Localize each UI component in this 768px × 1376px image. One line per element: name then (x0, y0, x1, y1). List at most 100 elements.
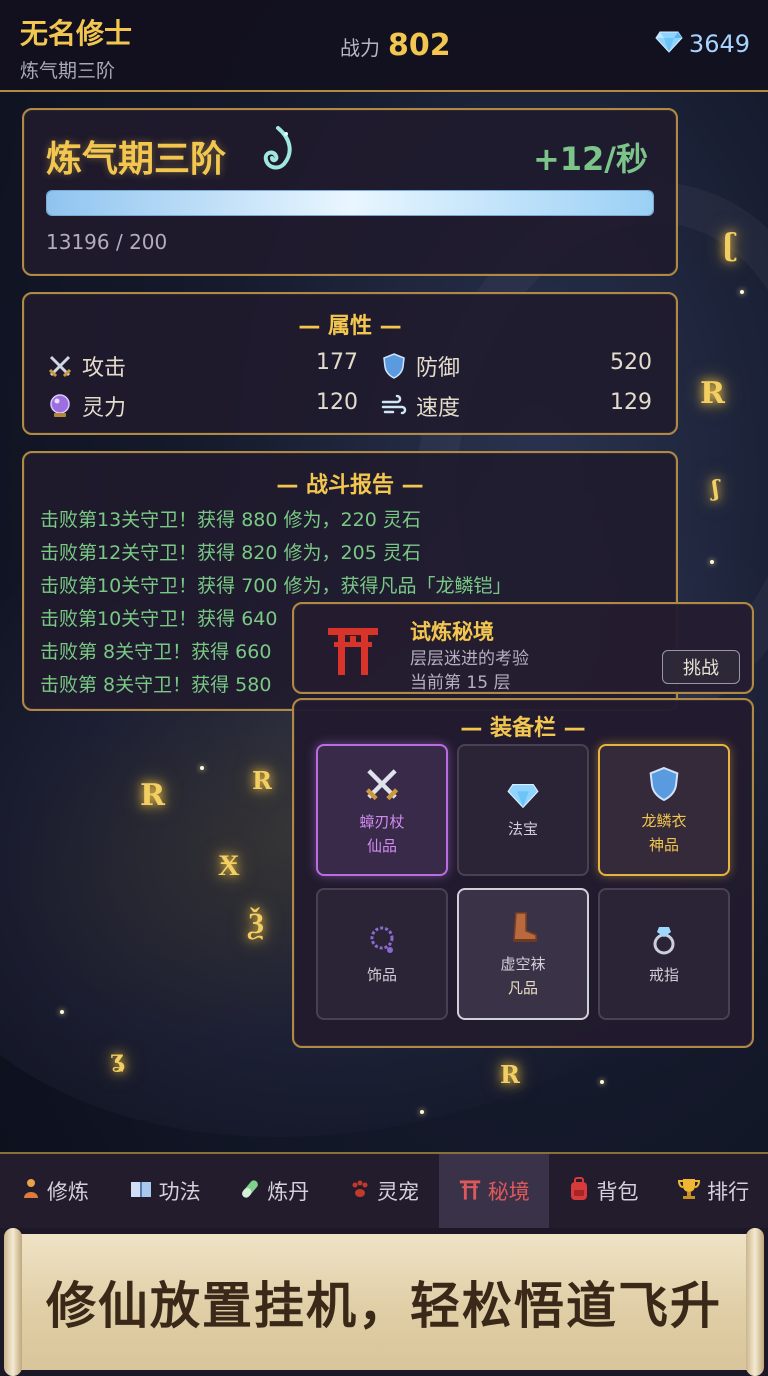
bottom-navigation: 修炼 功法 炼丹 灵宠 秘境 背包 排行 (0, 1152, 768, 1228)
defense-stat: 防御 (380, 350, 460, 382)
glowing-rune: Ӿ (218, 848, 240, 883)
cultivation-progress-fill (47, 191, 653, 215)
crystal-ball-icon (46, 392, 74, 420)
slot-item-grade: 神品 (648, 836, 679, 854)
spirit-label: 灵力 (82, 396, 127, 421)
cultivation-exp: 13196 / 200 (46, 230, 168, 254)
battle-log-line: 击败第12关守卫！获得 820 修为，205 灵石 (40, 542, 421, 564)
nav-tab-label: 灵宠 (377, 1180, 420, 1204)
nav-tab-label: 秘境 (487, 1180, 530, 1204)
defense-value: 520 (610, 350, 652, 375)
boot-icon (506, 911, 540, 949)
slot-item-name: 龙鳞衣 (641, 812, 687, 830)
wind-icon (380, 392, 408, 420)
glowing-rune: ʗ (722, 228, 739, 263)
nav-tab-alchemy[interactable]: 炼丹 (219, 1154, 329, 1228)
nav-tab-label: 背包 (596, 1180, 639, 1204)
glowing-rune: ʃ (712, 476, 720, 502)
crossed-swords-icon (363, 765, 401, 807)
nav-tab-backpack[interactable]: 背包 (549, 1154, 659, 1228)
slot-item-name: 虚空袜 (500, 955, 546, 973)
cultivation-panel: 炼气期三阶 +12/秒 13196 / 200 (22, 108, 678, 276)
nav-tab-pets[interactable]: 灵宠 (329, 1154, 439, 1228)
promo-slogan: 修仙放置挂机，轻松悟道飞升 (46, 1276, 722, 1335)
speed-stat: 速度 (380, 390, 460, 422)
star (200, 766, 204, 770)
battle-report-title: — 战斗报告 — (276, 473, 424, 498)
battle-log-line: 击败第10关守卫！获得 700 修为，获得凡品「龙鳞铠」 (40, 575, 512, 597)
paw-icon (349, 1178, 371, 1205)
dungeon-description: 层层迷进的考验 (410, 649, 529, 669)
dungeon-title: 试炼秘境 (410, 620, 494, 644)
torii-gate-icon (326, 622, 380, 680)
attack-label: 攻击 (82, 356, 127, 381)
nav-tab-label: 排行 (707, 1180, 750, 1204)
attributes-title: — 属性 — (298, 314, 402, 339)
gem-balance[interactable]: 3649 (655, 30, 750, 58)
nav-tab-cultivate[interactable]: 修炼 (0, 1154, 110, 1228)
nav-tab-label: 炼丹 (267, 1180, 310, 1204)
nav-tab-secret-realm[interactable]: 秘境 (438, 1154, 549, 1228)
cultivation-rate: +12/秒 (532, 140, 648, 178)
equipment-panel: — 装备栏 — 蟑刃杖 仙品 法宝 龙鳞衣 神品 饰品 虚空袜 凡品 戒指 (292, 698, 754, 1048)
attack-value: 177 (316, 350, 358, 375)
spirit-flame-icon (256, 124, 300, 178)
player-realm: 炼气期三阶 (20, 60, 116, 82)
speed-label: 速度 (416, 396, 461, 421)
attributes-panel: — 属性 — 攻击 177 防御 520 灵力 120 速度 129 (22, 292, 678, 435)
backpack-icon (568, 1176, 590, 1206)
shield-icon (648, 766, 680, 806)
slot-item-name: 饰品 (366, 966, 397, 984)
attack-stat: 攻击 (46, 350, 126, 382)
cultivation-progress-bar (46, 190, 654, 216)
slot-item-name: 戒指 (648, 966, 679, 984)
glowing-rune: R (500, 1060, 520, 1089)
slot-item-grade: 凡品 (507, 979, 538, 997)
star (600, 1080, 604, 1084)
diamond-icon (655, 30, 683, 58)
equip-slot-ring[interactable]: 戒指 (598, 888, 730, 1020)
combat-power-value: 802 (388, 28, 451, 63)
nav-tab-ranking[interactable]: 排行 (658, 1154, 768, 1228)
speed-value: 129 (610, 390, 652, 415)
top-status-bar: 无名修士 炼气期三阶 战力 802 3649 (0, 0, 768, 92)
defense-label: 防御 (416, 356, 461, 381)
shield-icon (380, 352, 408, 380)
player-name: 无名修士 (20, 17, 133, 50)
nav-tab-label: 功法 (158, 1180, 201, 1204)
equip-slot-armor[interactable]: 龙鳞衣 神品 (598, 744, 730, 876)
meditation-icon (21, 1178, 41, 1205)
ring-icon (650, 924, 678, 960)
equip-slot-boots[interactable]: 虚空袜 凡品 (457, 888, 589, 1020)
challenge-button[interactable]: 挑战 (662, 650, 740, 684)
star (60, 1010, 64, 1014)
equip-slot-accessory[interactable]: 饰品 (316, 888, 448, 1020)
crossed-swords-icon (46, 352, 74, 380)
book-icon (129, 1179, 153, 1204)
cultivation-realm: 炼气期三阶 (46, 139, 227, 180)
equip-slot-weapon[interactable]: 蟑刃杖 仙品 (316, 744, 448, 876)
star (420, 1110, 424, 1114)
glowing-rune: Ѯ (248, 906, 264, 941)
star (710, 560, 714, 564)
combat-power: 战力 802 (340, 28, 451, 63)
battle-log-line: 击败第13关守卫！获得 880 修为，220 灵石 (40, 509, 421, 531)
glowing-rune: R (252, 766, 272, 795)
pill-icon (239, 1178, 261, 1205)
slot-item-grade: 仙品 (366, 837, 397, 855)
gem-count: 3649 (688, 30, 750, 58)
trial-dungeon-card[interactable]: 试炼秘境 层层迷进的考验 当前第 15 层 挑战 (292, 602, 754, 694)
glowing-rune: R (700, 376, 725, 411)
glowing-rune: R (140, 778, 165, 813)
torii-icon (458, 1178, 482, 1205)
prayer-beads-icon (366, 924, 398, 960)
trophy-icon (677, 1177, 701, 1206)
promo-banner: 修仙放置挂机，轻松悟道飞升 (0, 1228, 768, 1376)
combat-power-label: 战力 (340, 36, 380, 60)
diamond-icon (507, 782, 539, 814)
spirit-stat: 灵力 (46, 390, 126, 422)
spirit-value: 120 (316, 390, 358, 415)
nav-tab-techniques[interactable]: 功法 (110, 1154, 220, 1228)
equip-slot-treasure[interactable]: 法宝 (457, 744, 589, 876)
star (740, 290, 744, 294)
